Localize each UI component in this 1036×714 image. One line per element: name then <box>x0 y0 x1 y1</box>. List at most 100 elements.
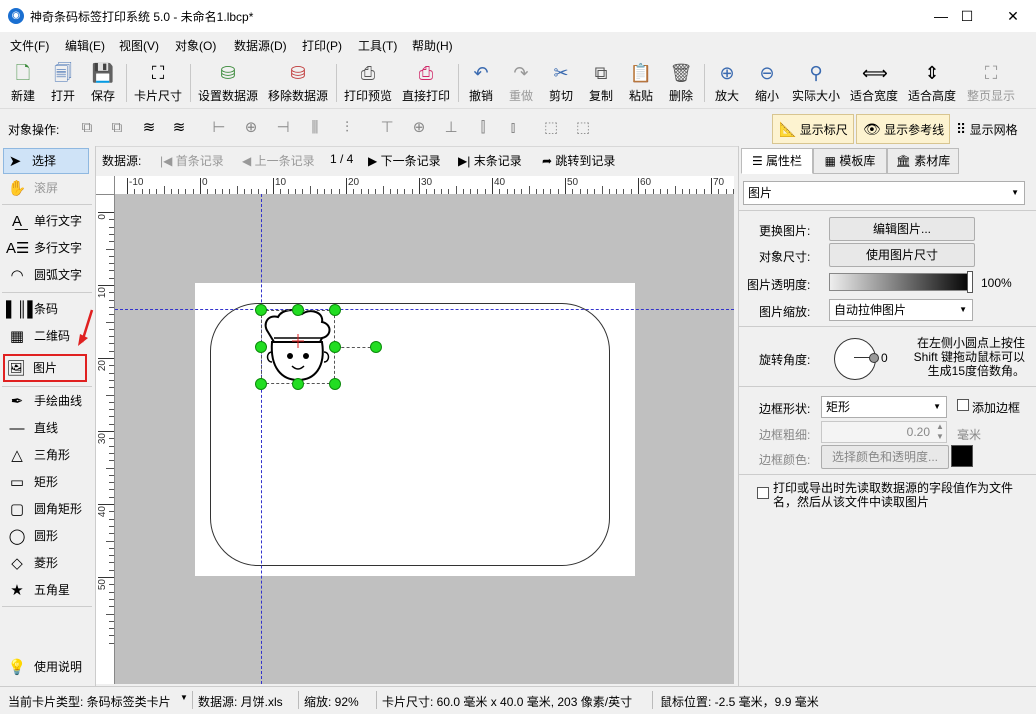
ungroup-icon[interactable]: ⬚ <box>572 118 594 138</box>
maximize-button[interactable]: ☐ <box>944 0 990 32</box>
tool-scroll[interactable]: ✋ 滚屏 <box>6 176 58 200</box>
align-bottom-icon[interactable]: ⊥ <box>440 118 462 138</box>
tool-select[interactable]: ➤ 选择 <box>3 148 89 174</box>
align-left-icon[interactable]: ⊢ <box>208 118 230 138</box>
tool-image[interactable]: 🖼 图片 <box>3 354 87 382</box>
menu-view[interactable]: 视图(V) <box>119 37 159 54</box>
fit-width-button[interactable]: ⟺ 适合宽度 <box>846 58 902 106</box>
align-top-icon[interactable]: ⊤ <box>376 118 398 138</box>
tool-qrcode[interactable]: ▦ 二维码 <box>6 324 70 348</box>
print-preview-button[interactable]: ⎙ 打印预览 <box>340 58 396 106</box>
resize-handle-top[interactable] <box>292 304 304 316</box>
paste-button[interactable]: 📋 粘贴 <box>622 58 660 106</box>
resize-handle-left[interactable] <box>255 341 267 353</box>
same-height-icon[interactable]: ⫾ <box>502 118 524 138</box>
layer-up-icon[interactable]: ⧉ <box>76 118 98 138</box>
same-width-icon[interactable]: ⫿ <box>472 118 494 138</box>
show-grid-toggle[interactable]: ⠿ 显示网格 <box>956 121 1018 138</box>
tool-single-text[interactable]: A͟ 单行文字 <box>6 209 82 233</box>
tool-line[interactable]: — 直线 <box>6 416 59 440</box>
tool-freehand[interactable]: ✒ 手绘曲线 <box>6 389 82 413</box>
undo-button[interactable]: ↶ 撤销 <box>462 58 500 106</box>
tab-templates[interactable]: ▦ 模板库 <box>813 148 887 174</box>
card-size-button[interactable]: ⛶ 卡片尺寸 <box>130 58 186 106</box>
tool-barcode[interactable]: ▌║▌条码 <box>6 297 58 321</box>
use-image-size-button[interactable]: 使用图片尺寸 <box>829 243 975 267</box>
menu-help[interactable]: 帮助(H) <box>412 37 453 54</box>
resize-handle-bottom-right[interactable] <box>329 378 341 390</box>
delete-button[interactable]: 🗑 删除 <box>662 58 700 106</box>
resize-handle-top-right[interactable] <box>329 304 341 316</box>
distribute-v-icon[interactable]: ⫶ <box>336 118 358 138</box>
border-color-button[interactable]: 选择颜色和透明度... <box>821 445 949 469</box>
fit-height-button[interactable]: ⇕ 适合高度 <box>904 58 960 106</box>
menu-print[interactable]: 打印(P) <box>302 37 342 54</box>
tool-multi-text[interactable]: A☰ 多行文字 <box>6 236 82 260</box>
zoom-in-button[interactable]: ⊕ 放大 <box>708 58 746 106</box>
object-type-select[interactable]: 图片 ▼ <box>743 181 1025 205</box>
resize-handle-bottom-left[interactable] <box>255 378 267 390</box>
remove-datasource-button[interactable]: ⛁ 移除数据源 <box>264 58 332 106</box>
open-button[interactable]: 🗐 打开 <box>44 58 82 106</box>
menu-file[interactable]: 文件(F) <box>10 37 49 54</box>
first-record-button[interactable]: |◀ 首条记录 <box>160 152 224 169</box>
design-canvas[interactable] <box>115 194 734 684</box>
resize-handle-bottom[interactable] <box>292 378 304 390</box>
jump-record-button[interactable]: ➦ 跳转到记录 <box>542 152 615 169</box>
read-from-file-checkbox[interactable] <box>757 487 769 499</box>
last-record-button[interactable]: ▶| 末条记录 <box>458 152 522 169</box>
add-border-checkbox[interactable] <box>957 399 969 411</box>
scale-select[interactable]: 自动拉伸图片 ▼ <box>829 299 973 321</box>
align-middle-icon[interactable]: ⊕ <box>408 118 430 138</box>
tool-rect[interactable]: ▭ 矩形 <box>6 470 58 494</box>
actual-size-button[interactable]: ⚲ 实际大小 <box>788 58 844 106</box>
copy-button[interactable]: ⧉ 复制 <box>582 58 620 106</box>
tool-arc-text[interactable]: ◠ 圆弧文字 <box>6 263 82 287</box>
menu-object[interactable]: 对象(O) <box>175 37 216 54</box>
chevron-down-icon[interactable]: ▼ <box>180 693 188 702</box>
prev-record-button[interactable]: ◀ 上一条记录 <box>242 152 315 169</box>
tool-circle[interactable]: ◯ 圆形 <box>6 524 58 548</box>
layers-icon[interactable]: ≋ <box>138 118 160 138</box>
distribute-h-icon[interactable]: ⫼ <box>304 118 326 138</box>
layers-bottom-icon[interactable]: ≋ <box>168 118 190 138</box>
resize-handle-right[interactable] <box>329 341 341 353</box>
align-center-icon[interactable]: ⊕ <box>240 118 262 138</box>
rotation-handle[interactable] <box>370 341 382 353</box>
align-right-icon[interactable]: ⊣ <box>272 118 294 138</box>
tool-star[interactable]: ★ 五角星 <box>6 578 70 602</box>
new-button[interactable]: 🗋 新建 <box>4 58 42 106</box>
border-width-input[interactable]: 0.20 <box>821 421 947 443</box>
full-page-button[interactable]: ⛶ 整页显示 <box>962 58 1020 106</box>
tab-materials[interactable]: 🏛 素材库 <box>887 148 959 174</box>
show-guides-toggle[interactable]: 👁 显示参考线 <box>856 114 950 144</box>
opacity-slider-thumb[interactable] <box>967 271 973 293</box>
border-shape-select[interactable]: 矩形 ▼ <box>821 396 947 418</box>
next-record-button[interactable]: ▶ 下一条记录 <box>368 152 441 169</box>
opacity-slider[interactable] <box>829 273 973 291</box>
help-button[interactable]: 💡 使用说明 <box>6 655 82 679</box>
redo-button[interactable]: ↷ 重做 <box>502 58 540 106</box>
layer-down-icon[interactable]: ⧉ <box>106 118 128 138</box>
spinner-icon[interactable]: ▲ ▼ <box>936 422 944 442</box>
border-color-swatch[interactable] <box>951 445 973 467</box>
menu-tools[interactable]: 工具(T) <box>358 37 397 54</box>
edit-image-button[interactable]: 编辑图片... <box>829 217 975 241</box>
zoom-out-button[interactable]: ⊖ 缩小 <box>748 58 786 106</box>
horizontal-guide[interactable] <box>115 309 734 310</box>
save-button[interactable]: 💾 保存 <box>84 58 122 106</box>
menu-datasource[interactable]: 数据源(D) <box>234 37 287 54</box>
tab-properties[interactable]: ☰ 属性栏 <box>741 148 813 174</box>
tool-triangle[interactable]: △ 三角形 <box>6 443 70 467</box>
direct-print-button[interactable]: ⎙ 直接打印 <box>398 58 454 106</box>
close-button[interactable]: ✕ <box>990 0 1036 32</box>
resize-handle-top-left[interactable] <box>255 304 267 316</box>
tool-round-rect[interactable]: ▢ 圆角矩形 <box>6 497 82 521</box>
tool-diamond[interactable]: ◇ 菱形 <box>6 551 58 575</box>
group-icon[interactable]: ⬚ <box>540 118 562 138</box>
cut-button[interactable]: ✂ 剪切 <box>542 58 580 106</box>
rotation-dial-knob[interactable] <box>869 353 879 363</box>
menu-edit[interactable]: 编辑(E) <box>65 37 105 54</box>
show-ruler-toggle[interactable]: 📐 显示标尺 <box>772 114 854 144</box>
vertical-guide[interactable] <box>261 194 262 684</box>
